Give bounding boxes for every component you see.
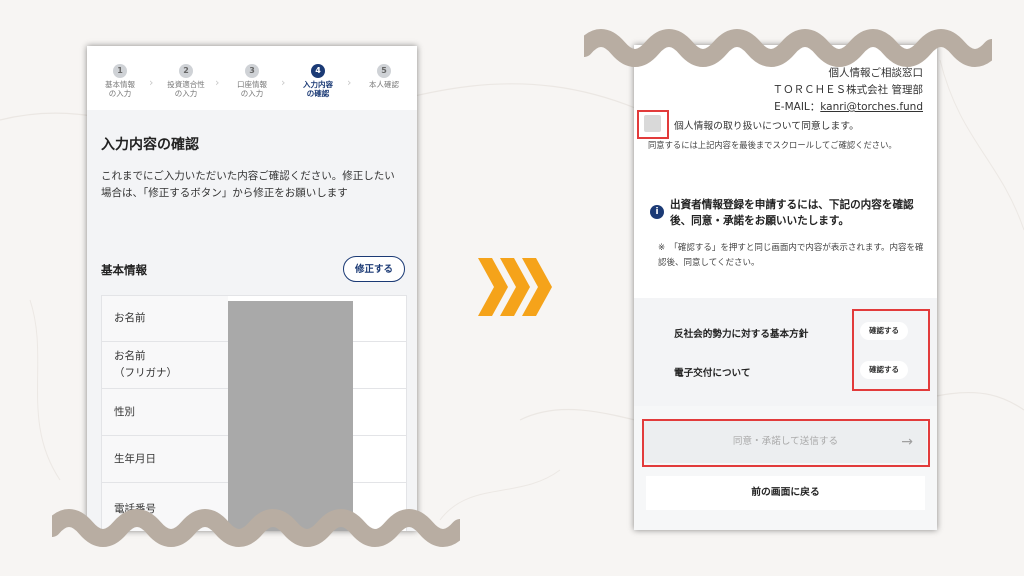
highlight-box-submit — [642, 419, 930, 467]
step-label: 入力内容 の確認 — [303, 80, 333, 98]
step-2: 2 投資適合性 の入力 — [153, 64, 219, 98]
edit-button[interactable]: 修正する — [343, 256, 405, 282]
step-label: 投資適合性 の入力 — [167, 80, 205, 98]
step-4: 4 入力内容 の確認 — [285, 64, 351, 98]
back-button[interactable]: 前の画面に戻る — [646, 476, 925, 510]
wave-decoration-top — [584, 29, 992, 67]
step-number: 5 — [377, 64, 391, 78]
info-icon: i — [650, 205, 664, 219]
email-prefix: E-MAIL： — [774, 101, 821, 113]
row-label-birthdate: 生年月日 — [102, 436, 228, 482]
left-phone-screen: 1 基本情報 の入力 › 2 投資適合性 の入力 › 3 口座情報 の入力 › … — [87, 46, 417, 531]
step-label: 口座情報 の入力 — [237, 80, 267, 98]
row-label-name-kana: お名前 （フリガナ） — [102, 342, 228, 388]
page-title: 入力内容の確認 — [101, 137, 199, 153]
privacy-consent-label: 個人情報の取り扱いについて同意します。 — [674, 121, 859, 132]
step-number: 1 — [113, 64, 127, 78]
privacy-contact: 個人情報ご相談窓口 ＴＯＲＣＨＥＳ株式会社 管理部 E-MAIL：kanri@t… — [773, 65, 923, 116]
wave-decoration-bottom — [52, 509, 460, 547]
highlight-box-confirm-buttons — [852, 309, 930, 391]
notice-subtext: ※ 「確認する」を押すと同じ画面内で内容が表示されます。内容を確認後、同意してく… — [658, 243, 924, 268]
row-label-name: お名前 — [102, 296, 228, 341]
email-link[interactable]: kanri@torches.fund — [820, 101, 923, 113]
redacted-values-block — [228, 301, 353, 531]
step-3: 3 口座情報 の入力 — [219, 64, 285, 98]
row-label-gender: 性別 — [102, 389, 228, 435]
right-phone-screen: 個人情報ご相談窓口 ＴＯＲＣＨＥＳ株式会社 管理部 E-MAIL：kanri@t… — [634, 45, 937, 530]
step-number: 4 — [311, 64, 325, 78]
notice-text: 出資者情報登録を申請するには、下記の内容を確認後、同意・承諾をお願いいたします。 — [670, 199, 914, 227]
highlight-box-checkbox — [637, 110, 669, 139]
next-chevrons-icon — [478, 258, 552, 316]
step-5: 5 本人確認 — [351, 64, 417, 89]
confirm-item-label: 反社会的勢力に対する基本方針 — [674, 329, 809, 340]
page-description: これまでにご入力いただいた内容ご確認ください。修正したい場合は、「修正するボタン… — [101, 170, 395, 199]
confirm-item-label: 電子交付について — [674, 368, 751, 379]
step-label: 基本情報 の入力 — [105, 80, 135, 98]
step-label: 本人確認 — [369, 80, 399, 89]
step-number: 3 — [245, 64, 259, 78]
step-number: 2 — [179, 64, 193, 78]
consent-note: 同意するには上記内容を最後までスクロールしてご確認ください。 — [648, 140, 897, 150]
contact-email: E-MAIL：kanri@torches.fund — [773, 99, 923, 116]
section-title-basic-info: 基本情報 — [101, 263, 147, 277]
step-1: 1 基本情報 の入力 — [87, 64, 153, 98]
progress-stepper: 1 基本情報 の入力 › 2 投資適合性 の入力 › 3 口座情報 の入力 › … — [87, 46, 417, 110]
contact-company: ＴＯＲＣＨＥＳ株式会社 管理部 — [772, 84, 923, 96]
